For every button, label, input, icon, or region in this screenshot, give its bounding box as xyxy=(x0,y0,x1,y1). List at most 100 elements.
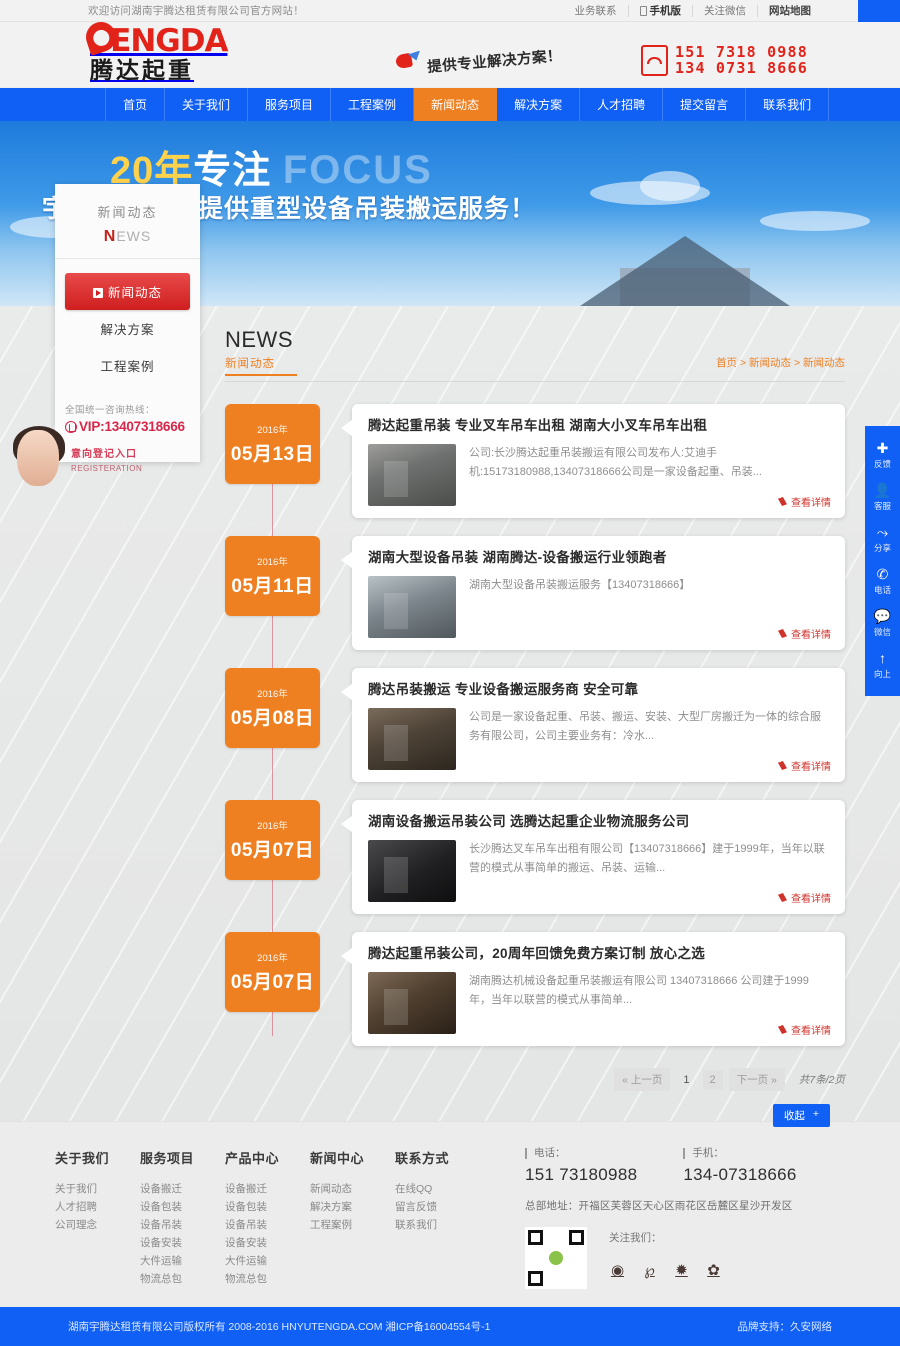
footer-link[interactable]: 设备包装 xyxy=(140,1198,225,1216)
top-link-mobile[interactable]: 手机版 xyxy=(629,4,693,17)
baidu-icon[interactable]: ✿ xyxy=(705,1262,722,1279)
collapse-button[interactable]: 收起 + xyxy=(772,1104,830,1127)
news-list-item: 2016年 05月13日 腾达起重吊装 专业叉车吊车出租 湖南大小叉车吊车出租 … xyxy=(225,404,845,518)
footer-link[interactable]: 物流总包 xyxy=(140,1270,225,1288)
footer-link[interactable]: 新闻动态 xyxy=(310,1180,395,1198)
footer-link[interactable]: 公司理念 xyxy=(55,1216,140,1234)
float-feedback-button[interactable]: ✚ 反馈 xyxy=(865,434,900,476)
footer-mobile-value: 134-07318666 xyxy=(683,1165,797,1184)
news-thumbnail xyxy=(368,444,456,506)
sidebar-item-cases[interactable]: 工程案例 xyxy=(65,347,190,384)
hotline-number: VIP:13407318666 xyxy=(65,419,190,434)
chat-icon: 💬 xyxy=(873,608,892,624)
site-logo[interactable]: TENGDA 腾达起重 xyxy=(82,18,228,83)
news-card[interactable]: 湖南设备搬运吊装公司 选腾达起重企业物流服务公司 长沙腾达叉车吊车出租有限公司【… xyxy=(341,800,845,914)
news-detail-link[interactable]: 查看详情 xyxy=(778,758,831,773)
page-title-cn: 新闻动态 xyxy=(225,355,297,376)
float-wechat-button[interactable]: 💬 微信 xyxy=(865,602,900,644)
news-date-badge: 2016年 05月07日 xyxy=(225,800,320,880)
nav-item-home[interactable]: 首页 xyxy=(105,88,166,121)
footer-link[interactable]: 联系我们 xyxy=(395,1216,480,1234)
nav-item-cases[interactable]: 工程案例 xyxy=(331,88,415,121)
plus-icon: ✚ xyxy=(876,440,889,456)
footer-link[interactable]: 设备搬迁 xyxy=(140,1180,225,1198)
top-link-wechat[interactable]: 关注微信 xyxy=(693,4,758,17)
footer-link[interactable]: 设备吊装 xyxy=(225,1216,310,1234)
pagination-page-2[interactable]: 2 xyxy=(702,1069,723,1090)
footer-link[interactable]: 设备安装 xyxy=(140,1234,225,1252)
brand-support-link[interactable]: 品牌支持：久安网络 xyxy=(738,1319,833,1334)
arrow-marker-icon xyxy=(778,1025,787,1034)
sidebar-item-news-label: 新闻动态 xyxy=(107,286,162,300)
tencent-weibo-icon[interactable]: ℘ xyxy=(641,1262,658,1279)
sidebar-item-solutions[interactable]: 解决方案 xyxy=(65,310,190,347)
news-detail-link[interactable]: 查看详情 xyxy=(778,494,831,509)
nav-item-message[interactable]: 提交留言 xyxy=(663,88,747,121)
news-detail-label: 查看详情 xyxy=(791,894,831,905)
footer-link[interactable]: 人才招聘 xyxy=(55,1198,140,1216)
news-title[interactable]: 湖南设备搬运吊装公司 选腾达起重企业物流服务公司 xyxy=(368,813,829,831)
news-title[interactable]: 腾达起重吊装 专业叉车吊车出租 湖南大小叉车吊车出租 xyxy=(368,417,829,435)
footer-link[interactable]: 物流总包 xyxy=(225,1270,310,1288)
pagination-next[interactable]: 下一页 » xyxy=(728,1068,785,1091)
float-share-button[interactable]: ⤳ 分享 xyxy=(865,518,900,560)
footer-link[interactable]: 解决方案 xyxy=(310,1198,395,1216)
arrow-marker-icon xyxy=(778,629,787,638)
footer-link[interactable]: 设备吊装 xyxy=(140,1216,225,1234)
footer-column-about: 关于我们 关于我们 人才招聘 公司理念 xyxy=(55,1148,140,1289)
news-summary: 长沙腾达叉车吊车出租有限公司【13407318666】建于1999年，当年以联营… xyxy=(469,843,825,874)
float-phone-label: 电话 xyxy=(873,585,891,595)
wechat-icon[interactable]: ✹ xyxy=(673,1262,690,1279)
nav-item-contact[interactable]: 联系我们 xyxy=(746,88,830,121)
footer-link[interactable]: 设备安装 xyxy=(225,1234,310,1252)
footer-column-services: 服务项目 设备搬迁 设备包装 设备吊装 设备安装 大件运输 物流总包 xyxy=(140,1148,225,1289)
breadcrumb[interactable]: 首页 > 新闻动态 > 新闻动态 xyxy=(716,355,845,376)
sidebar-item-news[interactable]: 新闻动态 xyxy=(65,273,190,310)
footer-link[interactable]: 大件运输 xyxy=(225,1252,310,1270)
news-card[interactable]: 腾达吊装搬运 专业设备搬运服务商 安全可靠 公司是一家设备起重、吊装、搬运、安装… xyxy=(341,668,845,782)
footer-column-title: 服务项目 xyxy=(140,1151,195,1166)
nav-item-news[interactable]: 新闻动态 xyxy=(414,88,498,121)
float-wechat-label: 微信 xyxy=(873,627,891,637)
nav-item-services[interactable]: 服务项目 xyxy=(248,88,332,121)
footer-column-title: 产品中心 xyxy=(225,1151,280,1166)
float-phone-button[interactable]: ✆ 电话 xyxy=(865,560,900,602)
nav-item-solutions[interactable]: 解决方案 xyxy=(497,88,581,121)
news-title[interactable]: 腾达起重吊装公司，20周年回馈免费方案订制 放心之选 xyxy=(368,945,829,963)
news-title[interactable]: 湖南大型设备吊装 湖南腾达-设备搬运行业领跑者 xyxy=(368,549,829,567)
footer-link[interactable]: 设备包装 xyxy=(225,1198,310,1216)
header-slogan: 提供专业解决方案！ xyxy=(396,48,563,76)
footer-link[interactable]: 设备搬迁 xyxy=(225,1180,310,1198)
float-support-button[interactable]: 👤 客服 xyxy=(865,476,900,518)
header-phones: 151 7318 0988 134 0731 8666 xyxy=(641,44,808,76)
sidebar-hotline: 全国统一咨询热线： VIP:13407318666 xyxy=(55,402,200,434)
main-nav: 首页 关于我们 服务项目 工程案例 新闻动态 解决方案 人才招聘 提交留言 联系… xyxy=(0,88,900,121)
footer-link[interactable]: 工程案例 xyxy=(310,1216,395,1234)
footer-link[interactable]: 留言反馈 xyxy=(395,1198,480,1216)
footer-link[interactable]: 关于我们 xyxy=(55,1180,140,1198)
arrow-up-icon: ↑ xyxy=(879,650,886,666)
site-header: TENGDA 腾达起重 提供专业解决方案！ 151 7318 0988 134 … xyxy=(0,18,900,88)
news-detail-link[interactable]: 查看详情 xyxy=(778,626,831,641)
footer-link[interactable]: 大件运输 xyxy=(140,1252,225,1270)
float-scroll-top-button[interactable]: ↑ 向上 xyxy=(865,644,900,686)
news-list-item: 2016年 05月11日 湖南大型设备吊装 湖南腾达-设备搬运行业领跑者 湖南大… xyxy=(225,536,845,650)
news-card[interactable]: 腾达起重吊装 专业叉车吊车出租 湖南大小叉车吊车出租 公司:长沙腾达起重吊装搬运… xyxy=(341,404,845,518)
footer-link[interactable]: 在线QQ xyxy=(395,1180,480,1198)
content-area: 新闻动态 NEWS 新闻动态 解决方案 工程案例 全国统一咨询热线： VIP:1… xyxy=(0,184,900,1121)
news-title[interactable]: 腾达吊装搬运 专业设备搬运服务商 安全可靠 xyxy=(368,681,829,699)
weibo-icon[interactable]: ◉ xyxy=(609,1262,626,1279)
telephone-icon xyxy=(641,44,668,76)
top-link-sitemap[interactable]: 网站地图 xyxy=(758,5,822,17)
nav-item-jobs[interactable]: 人才招聘 xyxy=(580,88,664,121)
news-detail-link[interactable]: 查看详情 xyxy=(778,1022,831,1037)
share-icon: ⤳ xyxy=(876,524,889,540)
footer-follow-block: 关注我们： ◉ ℘ ✹ ✿ xyxy=(609,1227,722,1279)
top-link-business[interactable]: 业务联系 xyxy=(564,4,629,17)
pagination-prev[interactable]: « 上一页 xyxy=(614,1068,671,1091)
news-detail-link[interactable]: 查看详情 xyxy=(778,890,831,905)
nav-item-about[interactable]: 关于我们 xyxy=(165,88,249,121)
pagination-page-1[interactable]: 1 xyxy=(676,1070,696,1090)
news-card[interactable]: 湖南大型设备吊装 湖南腾达-设备搬运行业领跑者 湖南大型设备吊装搬运服务【134… xyxy=(341,536,845,650)
news-card[interactable]: 腾达起重吊装公司，20周年回馈免费方案订制 放心之选 湖南腾达机械设备起重吊装搬… xyxy=(341,932,845,1046)
